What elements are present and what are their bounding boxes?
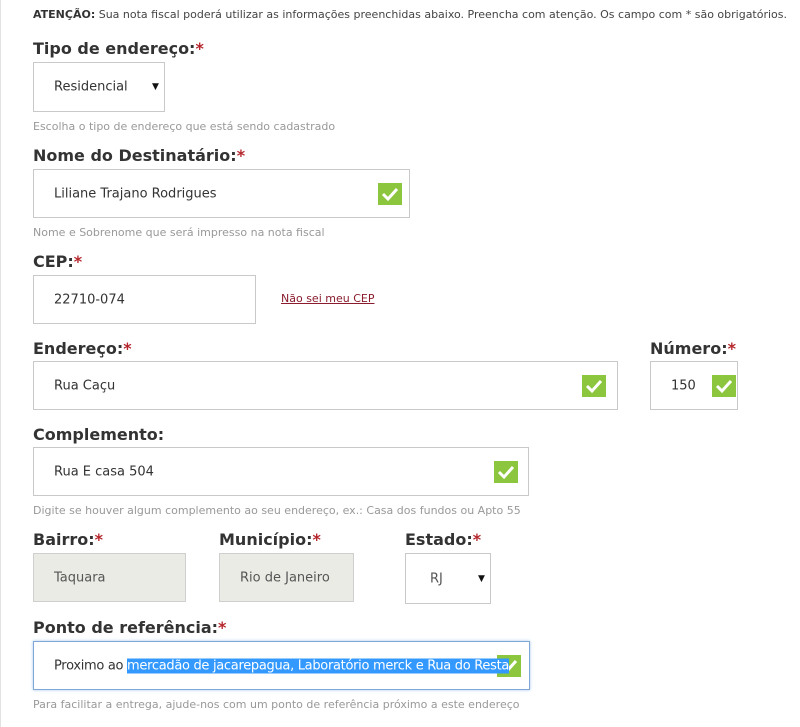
nome-label: Nome do Destinatário:* bbox=[33, 146, 245, 165]
complemento-label: Complemento: bbox=[33, 425, 164, 444]
referencia-input-value: Proximo ao mercadão de jacarepagua, Labo… bbox=[54, 658, 509, 673]
cep-lookup-link[interactable]: Não sei meu CEP bbox=[281, 292, 374, 305]
required-marker: * bbox=[312, 530, 321, 549]
caret-down-icon: ▼ bbox=[478, 573, 485, 584]
tipo-help: Escolha o tipo de endereço que está send… bbox=[33, 120, 336, 133]
estado-select[interactable]: RJ ▼ bbox=[405, 553, 491, 604]
bairro-input: Taquara bbox=[33, 553, 186, 602]
complemento-input-value: Rua E casa 504 bbox=[54, 464, 154, 479]
nome-input[interactable]: Liliane Trajano Rodrigues bbox=[33, 169, 410, 218]
referencia-input[interactable]: Proximo ao mercadão de jacarepagua, Labo… bbox=[33, 641, 530, 690]
required-marker: * bbox=[472, 530, 482, 549]
required-marker: * bbox=[94, 530, 104, 549]
nome-help: Nome e Sobrenome que será impresso na no… bbox=[33, 226, 325, 239]
bairro-input-value: Taquara bbox=[54, 570, 106, 585]
nome-input-value: Liliane Trajano Rodrigues bbox=[54, 186, 217, 201]
municipio-label: Município:* bbox=[219, 530, 321, 549]
checkmark-icon bbox=[494, 460, 518, 483]
tipo-select-value: Residencial bbox=[54, 79, 128, 95]
tipo-select[interactable]: Residencial ▼ bbox=[33, 62, 165, 112]
referencia-label-text: Ponto de referência: bbox=[33, 618, 219, 637]
referencia-label: Ponto de referência:* bbox=[33, 618, 226, 637]
caret-down-icon: ▼ bbox=[152, 82, 159, 92]
checkmark-icon bbox=[582, 374, 606, 397]
numero-label: Número:* bbox=[650, 339, 736, 358]
endereco-input-value: Rua Caçu bbox=[54, 378, 116, 393]
numero-input[interactable]: 150 bbox=[650, 361, 738, 410]
complemento-help: Digite se houver algum complemento ao se… bbox=[33, 504, 521, 517]
notice-prefix: ATENÇÃO: bbox=[33, 8, 96, 21]
endereco-input[interactable]: Rua Caçu bbox=[33, 361, 618, 410]
tipo-label: Tipo de endereço:* bbox=[33, 39, 204, 58]
required-marker: * bbox=[123, 339, 132, 358]
cep-input-value: 22710-074 bbox=[54, 292, 125, 307]
notice-text: ATENÇÃO: Sua nota fiscal poderá utilizar… bbox=[33, 8, 787, 21]
numero-input-value: 150 bbox=[671, 378, 696, 393]
estado-label: Estado:* bbox=[405, 530, 481, 549]
nome-label-text: Nome do Destinatário: bbox=[33, 146, 237, 165]
cep-input[interactable]: 22710-074 bbox=[33, 275, 256, 324]
referencia-text-unselected: Proximo ao bbox=[54, 658, 128, 673]
checkmark-icon bbox=[712, 374, 736, 397]
notice-body: Sua nota fiscal poderá utilizar as infor… bbox=[98, 8, 788, 21]
tipo-label-text: Tipo de endereço: bbox=[33, 39, 196, 58]
complemento-input[interactable]: Rua E casa 504 bbox=[33, 447, 529, 496]
municipio-input-value: Rio de Janeiro bbox=[240, 570, 330, 585]
required-marker: * bbox=[236, 146, 246, 165]
required-marker: * bbox=[195, 39, 204, 58]
required-marker: * bbox=[727, 339, 736, 358]
bairro-label: Bairro:* bbox=[33, 530, 103, 549]
estado-label-text: Estado: bbox=[405, 530, 473, 549]
referencia-help: Para facilitar a entrega, ajude-nos com … bbox=[33, 698, 520, 711]
checkmark-icon bbox=[378, 182, 402, 205]
municipio-input: Rio de Janeiro bbox=[219, 553, 354, 602]
required-marker: * bbox=[73, 252, 83, 271]
municipio-label-text: Município: bbox=[219, 530, 313, 549]
complemento-label-text: Complemento: bbox=[33, 425, 165, 444]
endereco-label-text: Endereço: bbox=[33, 339, 124, 358]
left-border bbox=[0, 0, 1, 727]
numero-label-text: Número: bbox=[650, 339, 728, 358]
required-marker: * bbox=[218, 618, 227, 637]
estado-select-value: RJ bbox=[430, 571, 443, 586]
endereco-label: Endereço:* bbox=[33, 339, 132, 358]
referencia-text-selected: mercadão de jacarepagua, Laboratório mer… bbox=[127, 658, 510, 673]
bairro-label-text: Bairro: bbox=[33, 530, 95, 549]
cep-label-text: CEP: bbox=[33, 252, 74, 271]
cep-label: CEP:* bbox=[33, 252, 82, 271]
